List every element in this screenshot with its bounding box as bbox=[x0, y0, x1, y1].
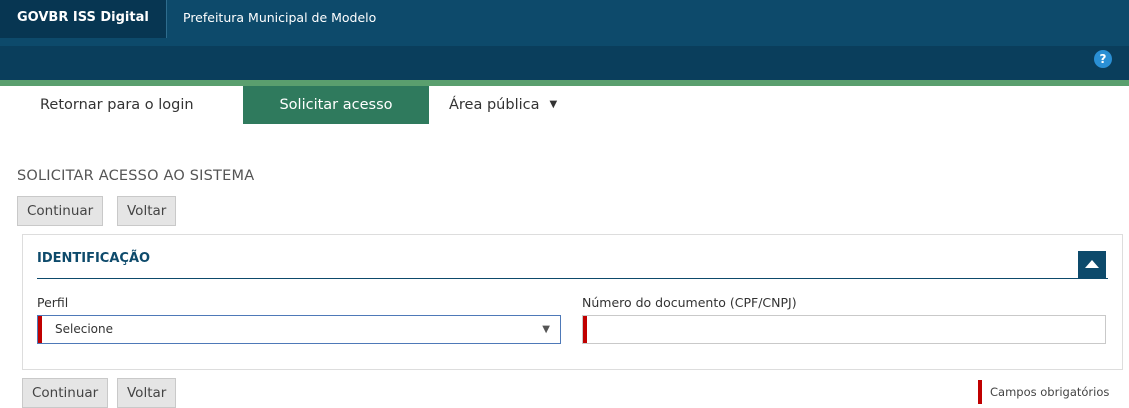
continue-button-top[interactable]: Continuar bbox=[17, 196, 104, 226]
page-title: SOLICITAR ACESSO AO SISTEMA bbox=[17, 168, 255, 184]
required-marker bbox=[583, 316, 587, 343]
perfil-select[interactable]: Selecione ▼ bbox=[37, 315, 561, 344]
collapse-up-icon[interactable] bbox=[1078, 251, 1106, 279]
nav-public-area[interactable]: Área pública ▼ bbox=[449, 86, 557, 124]
caret-down-icon: ▼ bbox=[549, 99, 558, 110]
perfil-label: Perfil bbox=[37, 295, 69, 310]
nav-request-access[interactable]: Solicitar acesso bbox=[243, 86, 429, 124]
identification-panel bbox=[22, 234, 1123, 370]
sub-bar bbox=[0, 46, 1129, 80]
back-button-top[interactable]: Voltar bbox=[117, 196, 177, 226]
organization-name: Prefeitura Municipal de Modelo bbox=[183, 10, 377, 25]
back-button-bottom[interactable]: Voltar bbox=[117, 378, 177, 408]
top-bar: GOVBR ISS Digital Prefeitura Municipal d… bbox=[0, 0, 1129, 46]
required-marker bbox=[978, 380, 982, 404]
panel-divider bbox=[37, 278, 1108, 279]
panel-title: IDENTIFICAÇÃO bbox=[37, 251, 151, 266]
documento-input[interactable] bbox=[582, 315, 1106, 344]
nav-public-area-label: Área pública bbox=[449, 97, 540, 113]
perfil-select-value: Selecione bbox=[55, 322, 113, 336]
required-legend-text: Campos obrigatórios bbox=[990, 385, 1110, 399]
documento-label: Número do documento (CPF/CNPJ) bbox=[582, 295, 797, 310]
chevron-down-icon: ▼ bbox=[542, 324, 550, 335]
help-icon[interactable]: ? bbox=[1094, 50, 1112, 68]
required-marker bbox=[38, 316, 42, 343]
continue-button-bottom[interactable]: Continuar bbox=[22, 378, 109, 408]
nav-return-login[interactable]: Retornar para o login bbox=[40, 86, 194, 124]
app-brand[interactable]: GOVBR ISS Digital bbox=[0, 0, 167, 38]
